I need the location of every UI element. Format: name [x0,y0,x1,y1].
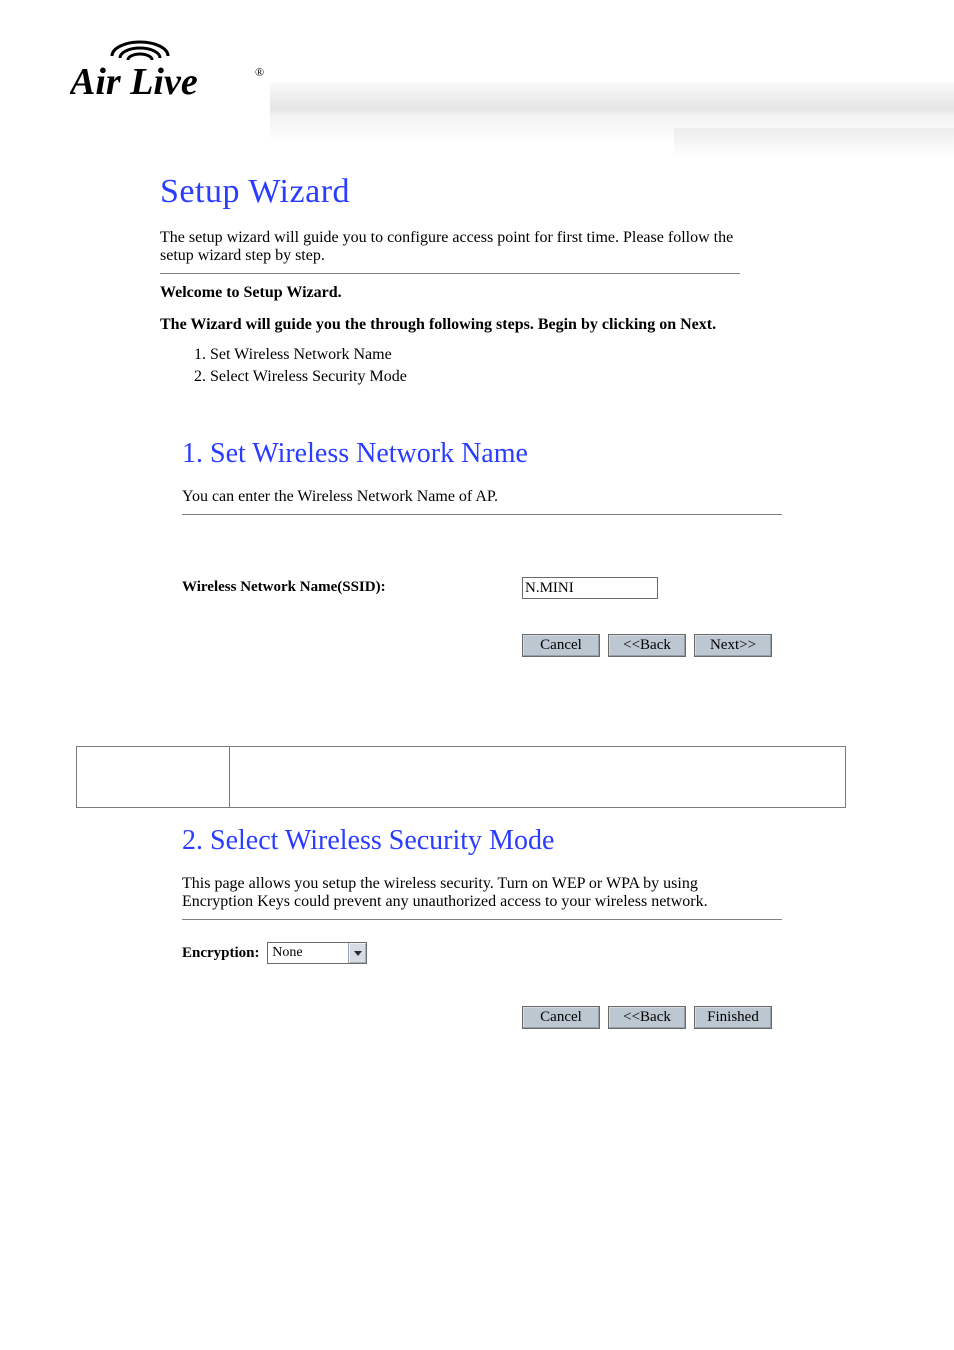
step1-desc: You can enter the Wireless Network Name … [182,488,802,506]
encryption-label: Encryption: [182,945,260,962]
wizard-intro: The setup wizard will guide you to confi… [160,229,740,265]
encryption-select-value: None [272,945,302,960]
divider [182,514,782,515]
step2-desc: This page allows you setup the wireless … [182,875,772,911]
empty-table-row [76,746,846,808]
svg-text:®: ® [255,65,264,79]
header-gradient-accent [674,128,954,158]
cancel-button[interactable]: Cancel [522,634,600,657]
next-button[interactable]: Next>> [694,634,772,657]
back-button[interactable]: <<Back [608,634,686,657]
wizard-guide: The Wizard will guide you the through fo… [160,316,770,334]
ssid-label: Wireless Network Name(SSID): [182,579,386,596]
wizard-step-item: Set Wireless Network Name [210,344,770,366]
ssid-input[interactable] [522,577,658,599]
step1-heading: 1. Set Wireless Network Name [182,438,802,470]
divider [182,919,782,920]
svg-text:Air Live: Air Live [70,61,198,103]
wizard-step-item: Select Wireless Security Mode [210,366,770,388]
wizard-welcome: Welcome to Setup Wizard. [160,284,770,302]
back-button[interactable]: <<Back [608,1006,686,1029]
step2-heading: 2. Select Wireless Security Mode [182,825,802,857]
chevron-down-icon [348,943,366,963]
page-title: Setup Wizard [160,173,770,211]
divider [160,273,740,274]
cancel-button[interactable]: Cancel [522,1006,600,1029]
finished-button[interactable]: Finished [694,1006,772,1029]
encryption-select[interactable]: None [267,942,367,964]
brand-logo: Air Live ® [70,36,912,111]
